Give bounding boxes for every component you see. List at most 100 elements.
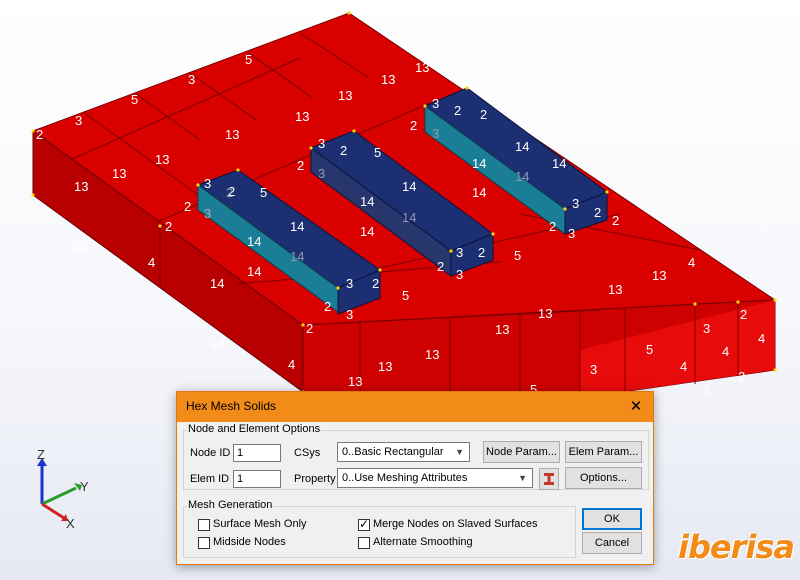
mesh-label-hidden-4: 14 xyxy=(402,210,416,225)
ok-button[interactable]: OK xyxy=(582,508,642,530)
mesh-label-hidden-5: 3 xyxy=(432,126,439,141)
mesh-label-9: 13 xyxy=(295,109,309,124)
iberisa-watermark-logo: iberisa xyxy=(678,528,795,566)
mesh-label-25: 13 xyxy=(538,306,552,321)
midside-nodes-checkbox[interactable] xyxy=(198,537,210,549)
mesh-label-39: 2 xyxy=(738,369,745,384)
mesh-label-51: 2 xyxy=(372,276,379,291)
checkmark-icon: ✓ xyxy=(359,517,370,531)
mesh-label-13: 13 xyxy=(74,179,88,194)
mesh-label-71: 14 xyxy=(472,185,486,200)
node-marker-3 xyxy=(301,323,305,327)
mesh-label-45: 2 xyxy=(184,199,191,214)
mesh-label-3: 5 xyxy=(131,92,138,107)
mesh-label-75: 2 xyxy=(549,219,556,234)
node-marker-8 xyxy=(378,268,382,272)
mesh-label-24: 13 xyxy=(495,322,509,337)
x-axis-label: X xyxy=(66,516,75,531)
mesh-label-63: 3 xyxy=(456,267,463,282)
node-marker-11 xyxy=(352,129,356,133)
mesh-label-61: 2 xyxy=(478,245,485,260)
midside-nodes-label[interactable]: Midside Nodes xyxy=(213,536,286,548)
cancel-button[interactable]: Cancel xyxy=(582,532,642,554)
close-icon[interactable]: ✕ xyxy=(619,392,653,422)
node-marker-22 xyxy=(773,368,777,372)
x-axis-arrow xyxy=(41,502,65,520)
mesh-label-23: 13 xyxy=(425,347,439,362)
mesh-label-18: 14 xyxy=(210,336,224,351)
mesh-label-20: 4 xyxy=(288,357,295,372)
mesh-label-29: 5 xyxy=(514,248,521,263)
mesh-label-48: 14 xyxy=(247,234,261,249)
csys-value: 0..Basic Rectangular xyxy=(342,446,444,458)
options-button[interactable]: Options... xyxy=(565,467,642,489)
alternate-smoothing-label[interactable]: Alternate Smoothing xyxy=(373,536,473,548)
mesh-label-55: 2 xyxy=(340,143,347,158)
merge-nodes-checkbox[interactable]: ✓ xyxy=(358,517,370,531)
mesh-label-54: 3 xyxy=(318,136,325,151)
mesh-label-66: 2 xyxy=(454,103,461,118)
mesh-label-34: 4 xyxy=(680,359,687,374)
mesh-label-22: 13 xyxy=(348,374,362,389)
hex-mesh-solids-dialog: Hex Mesh Solids ✕ Node and Element Optio… xyxy=(176,391,654,565)
property-select[interactable]: 0..Use Meshing Attributes ▼ xyxy=(337,468,533,488)
mesh-label-41: 2 xyxy=(612,213,619,228)
node-marker-14 xyxy=(423,104,427,108)
mesh-label-38: 4 xyxy=(758,331,765,346)
node-marker-9 xyxy=(336,286,340,290)
csys-label: CSys xyxy=(294,447,321,459)
mesh-label-50: 3 xyxy=(346,276,353,291)
node-marker-10 xyxy=(309,146,313,150)
chevron-down-icon: ▼ xyxy=(518,473,527,483)
alternate-smoothing-checkbox[interactable] xyxy=(358,537,370,549)
node-marker-16 xyxy=(605,190,609,194)
mesh-label-4: 3 xyxy=(188,72,195,87)
dialog-titlebar[interactable]: Hex Mesh Solids ✕ xyxy=(177,392,653,422)
mesh-label-47: 14 xyxy=(290,219,304,234)
mesh-label-hidden-2: 14 xyxy=(290,249,304,264)
axis-triad: Z Y X xyxy=(30,446,100,536)
mesh-label-hidden-1: 3 xyxy=(204,206,211,221)
mesh-label-0: 4 xyxy=(18,161,25,176)
mesh-label-35: 3 xyxy=(703,321,710,336)
elem-param-button[interactable]: Elem Param... xyxy=(565,441,642,463)
property-value: 0..Use Meshing Attributes xyxy=(342,472,468,484)
surface-mesh-only-checkbox[interactable] xyxy=(198,519,210,531)
mesh-label-26: 13 xyxy=(608,282,622,297)
mesh-label-32: 3 xyxy=(590,362,597,377)
mesh-label-56: 5 xyxy=(374,145,381,160)
mesh-label-1: 2 xyxy=(36,127,43,142)
mesh-label-76: 3 xyxy=(568,226,575,241)
mesh-label-7: 13 xyxy=(381,72,395,87)
node-marker-0 xyxy=(31,129,35,133)
dialog-title: Hex Mesh Solids xyxy=(186,399,277,413)
node-param-button[interactable]: Node Param... xyxy=(483,441,560,463)
surface-mesh-only-label[interactable]: Surface Mesh Only xyxy=(213,518,307,530)
mesh-label-70: 14 xyxy=(472,156,486,171)
property-label: Property xyxy=(294,473,336,485)
node-marker-18 xyxy=(158,224,162,228)
mesh-label-57: 2 xyxy=(297,158,304,173)
mesh-generation-title: Mesh Generation xyxy=(187,499,274,511)
mesh-label-15: 2 xyxy=(165,219,172,234)
mesh-label-58: 14 xyxy=(402,179,416,194)
mesh-label-73: 3 xyxy=(572,196,579,211)
mesh-label-36: 4 xyxy=(722,344,729,359)
node-marker-17 xyxy=(563,207,567,211)
mesh-generation-group xyxy=(183,506,576,558)
z-axis-label: Z xyxy=(37,447,45,462)
node-marker-12 xyxy=(491,232,495,236)
mesh-label-5: 5 xyxy=(245,52,252,67)
mesh-label-16: 4 xyxy=(148,255,155,270)
node-id-input[interactable]: 1 xyxy=(233,444,281,462)
node-marker-21 xyxy=(736,300,740,304)
csys-select[interactable]: 0..Basic Rectangular ▼ xyxy=(337,442,470,462)
mesh-label-27: 13 xyxy=(652,268,666,283)
merge-nodes-label[interactable]: Merge Nodes on Slaved Surfaces xyxy=(373,518,537,530)
mesh-label-hidden-3: 3 xyxy=(318,166,325,181)
node-marker-15 xyxy=(465,86,469,90)
mesh-label-30: 5 xyxy=(402,288,409,303)
node-marker-7 xyxy=(236,168,240,172)
elem-id-input[interactable]: 1 xyxy=(233,470,281,488)
property-select-button[interactable] xyxy=(539,468,559,490)
